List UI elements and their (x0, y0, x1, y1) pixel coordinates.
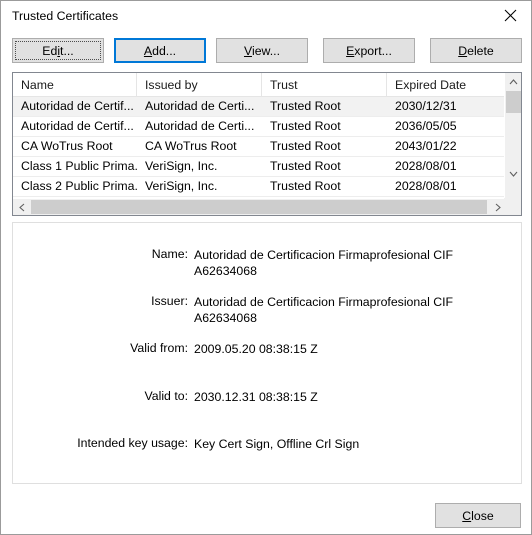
cell-issued-by: VeriSign, Inc. (145, 179, 218, 193)
certificate-detail-panel: Name: Autoridad de Certificacion Firmapr… (12, 222, 522, 484)
cell-issued-by: CA WoTrus Root (145, 139, 237, 153)
table-row[interactable]: Class 2 Public Prima... VeriSign, Inc. T… (13, 177, 506, 197)
window-close-button[interactable] (488, 1, 531, 30)
detail-label-key-usage: Intended key usage: (77, 436, 188, 450)
cell-issued-by: Autoridad de Certi... (145, 119, 255, 133)
chevron-right-icon (495, 203, 501, 211)
detail-value-key-usage: Key Cert Sign, Offline Crl Sign (194, 437, 360, 451)
list-header-row: Name Issued by Trust Expired Date (13, 73, 506, 97)
cell-trust: Trusted Root (270, 99, 341, 113)
cell-issued-by: VeriSign, Inc. (145, 159, 218, 173)
column-header-trust[interactable]: Trust (262, 73, 387, 96)
column-header-name[interactable]: Name (13, 73, 137, 96)
add-button[interactable]: Add... (114, 38, 206, 63)
cell-expired-date: 2043/01/22 (395, 139, 457, 153)
export-button[interactable]: Export... (323, 38, 415, 63)
cell-expired-date: 2036/05/05 (395, 119, 457, 133)
cell-trust: Trusted Root (270, 159, 341, 173)
detail-value-valid-to: 2030.12.31 08:38:15 Z (194, 390, 318, 404)
cell-name: Autoridad de Certif... (21, 99, 134, 113)
cell-name: Autoridad de Certif... (21, 119, 134, 133)
chevron-down-icon (509, 171, 517, 177)
detail-value-name: Autoridad de Certificacion Firmaprofesio… (194, 248, 454, 278)
cell-expired-date: 2030/12/31 (395, 99, 457, 113)
detail-value-valid-from: 2009.05.20 08:38:15 Z (194, 342, 318, 356)
cell-name: Class 2 Public Prima... (21, 179, 137, 193)
detail-label-issuer: Issuer: (151, 294, 188, 308)
column-header-issued-by[interactable]: Issued by (137, 73, 262, 96)
close-icon (504, 9, 517, 22)
edit-button[interactable]: Edit... (12, 38, 104, 63)
action-button-row: Edit... Add... View... Export... Delete (1, 38, 531, 64)
detail-label-name: Name: (151, 247, 188, 261)
cell-trust: Trusted Root (270, 139, 341, 153)
chevron-up-icon (509, 78, 517, 84)
detail-label-valid-from: Valid from: (130, 341, 188, 355)
scroll-up-button[interactable] (505, 73, 521, 90)
title-bar: Trusted Certificates (1, 1, 531, 31)
column-header-expired-date[interactable]: Expired Date (387, 73, 506, 96)
table-row[interactable]: Autoridad de Certif... Autoridad de Cert… (13, 117, 506, 137)
list-vertical-scrollbar[interactable] (504, 73, 521, 199)
detail-label-valid-to: Valid to: (144, 389, 188, 403)
view-button[interactable]: View... (216, 38, 308, 63)
cell-expired-date: 2028/08/01 (395, 159, 457, 173)
cell-expired-date: 2028/08/01 (395, 179, 457, 193)
detail-value-issuer: Autoridad de Certificacion Firmaprofesio… (194, 295, 454, 325)
table-row[interactable]: CA WoTrus Root CA WoTrus Root Trusted Ro… (13, 137, 506, 157)
table-row[interactable]: Class 1 Public Prima... VeriSign, Inc. T… (13, 157, 506, 177)
cell-trust: Trusted Root (270, 119, 341, 133)
cell-name: Class 1 Public Prima... (21, 159, 137, 173)
cell-issued-by: Autoridad de Certi... (145, 99, 255, 113)
list-rows: Autoridad de Certif... Autoridad de Cert… (13, 97, 506, 198)
close-dialog-button[interactable]: Close (435, 503, 521, 528)
table-row[interactable]: Autoridad de Certif... Autoridad de Cert… (13, 97, 506, 117)
list-horizontal-scrollbar[interactable] (13, 198, 506, 215)
scroll-thumb-vertical[interactable] (506, 91, 521, 113)
delete-button[interactable]: Delete (430, 38, 522, 63)
certificate-list: Name Issued by Trust Expired Date Autori… (12, 72, 522, 216)
window-title: Trusted Certificates (12, 9, 119, 23)
cell-name: CA WoTrus Root (21, 139, 113, 153)
scroll-left-button[interactable] (13, 199, 30, 215)
scroll-thumb-horizontal[interactable] (31, 200, 487, 214)
scrollbar-corner (504, 198, 521, 215)
chevron-left-icon (18, 203, 24, 211)
trusted-certificates-dialog: Trusted Certificates Edit... Add... View… (0, 0, 532, 535)
cell-trust: Trusted Root (270, 179, 341, 193)
scroll-down-button[interactable] (505, 165, 521, 182)
